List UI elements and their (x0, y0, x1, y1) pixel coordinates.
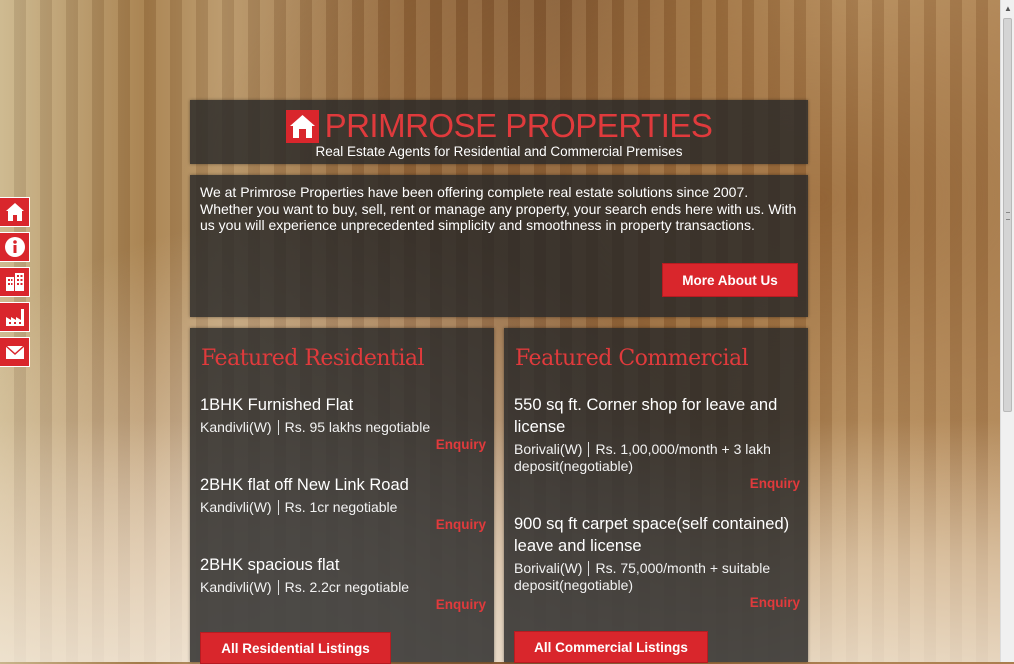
listing-price: Rs. 1cr negotiable (284, 499, 398, 515)
listing-meta: Kandivli(W) Rs. 1cr negotiable (200, 499, 486, 516)
listing-location: Borivali(W) (514, 560, 583, 576)
background-floor-glow (0, 420, 1000, 662)
enquiry-link[interactable]: Enquiry (750, 595, 800, 610)
nav-info[interactable] (0, 232, 30, 262)
divider (277, 420, 279, 435)
home-icon (5, 203, 24, 221)
listing-item: 2BHK spacious flat Kandivli(W) Rs. 2.2cr … (200, 554, 486, 596)
enquiry-link[interactable]: Enquiry (436, 437, 486, 452)
featured-residential-panel: Featured Residential 1BHK Furnished Flat… (190, 328, 494, 664)
about-text: We at Primrose Properties have been offe… (200, 184, 797, 233)
listing-location: Kandivli(W) (200, 419, 272, 435)
info-icon (4, 237, 25, 257)
listing-meta: Kandivli(W) Rs. 2.2cr negotiable (200, 579, 486, 596)
brand-name: PRIMROSE PROPERTIES (324, 107, 713, 144)
nav-home[interactable] (0, 197, 30, 227)
more-about-us-button[interactable]: More About Us (662, 263, 798, 297)
listing-location: Kandivli(W) (200, 499, 272, 515)
listing-title[interactable]: 550 sq ft. Corner shop for leave and lic… (514, 394, 800, 438)
listing-price: Rs. 2.2cr negotiable (284, 579, 410, 595)
listing-location: Kandivli(W) (200, 579, 272, 595)
listing-price: Rs. 95 lakhs negotiable (284, 419, 431, 435)
grip-icon (1006, 212, 1010, 220)
enquiry-link[interactable]: Enquiry (436, 517, 486, 532)
listing-title[interactable]: 2BHK flat off New Link Road (200, 474, 486, 496)
scrollbar-thumb[interactable] (1003, 18, 1012, 412)
listing-item: 2BHK flat off New Link Road Kandivli(W) R… (200, 474, 486, 516)
listing-meta: Borivali(W) Rs. 75,000/month + suitable d… (514, 560, 800, 594)
site-header: PRIMROSE PROPERTIES Real Estate Agents f… (190, 100, 808, 164)
listing-item: 550 sq ft. Corner shop for leave and lic… (514, 394, 800, 475)
listing-location: Borivali(W) (514, 441, 583, 457)
listing-item: 1BHK Furnished Flat Kandivli(W) Rs. 95 la… (200, 394, 486, 436)
building-icon (5, 273, 24, 291)
all-commercial-listings-button[interactable]: All Commercial Listings (514, 631, 708, 663)
house-logo-icon (285, 109, 319, 143)
listing-item: 900 sq ft carpet space(self contained) l… (514, 513, 800, 594)
logo[interactable]: PRIMROSE PROPERTIES (190, 109, 808, 143)
tagline: Real Estate Agents for Residential and C… (315, 144, 683, 159)
factory-icon (5, 309, 24, 326)
enquiry-link[interactable]: Enquiry (436, 597, 486, 612)
listing-title[interactable]: 900 sq ft carpet space(self contained) l… (514, 513, 800, 557)
divider (277, 500, 279, 515)
nav-buildings[interactable] (0, 267, 30, 297)
mail-icon (5, 345, 24, 359)
listing-meta: Kandivli(W) Rs. 95 lakhs negotiable (200, 419, 486, 436)
divider (588, 442, 590, 457)
listing-meta: Borivali(W) Rs. 1,00,000/month + 3 lakh d… (514, 441, 800, 475)
listing-title[interactable]: 2BHK spacious flat (200, 554, 486, 576)
featured-commercial-panel: Featured Commercial 550 sq ft. Corner sh… (504, 328, 808, 663)
listing-title[interactable]: 1BHK Furnished Flat (200, 394, 486, 416)
scroll-up-arrow-icon[interactable]: ▲ (1001, 0, 1014, 16)
side-nav (0, 197, 32, 372)
enquiry-link[interactable]: Enquiry (750, 476, 800, 491)
nav-contact[interactable] (0, 337, 30, 367)
featured-residential-title: Featured Residential (201, 346, 425, 371)
divider (588, 561, 590, 576)
divider (277, 580, 279, 595)
vertical-scrollbar[interactable]: ▲ (1000, 0, 1014, 662)
featured-commercial-title: Featured Commercial (515, 346, 749, 371)
nav-commercial[interactable] (0, 302, 30, 332)
all-residential-listings-button[interactable]: All Residential Listings (200, 632, 391, 664)
about-panel: We at Primrose Properties have been offe… (190, 175, 808, 317)
